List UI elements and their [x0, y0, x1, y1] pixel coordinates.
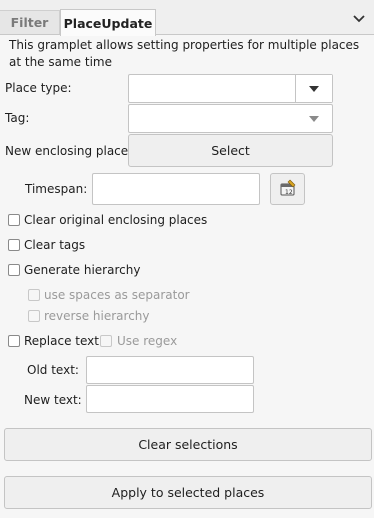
date-editor-button[interactable]: 12	[270, 173, 305, 205]
new-text-label: New text:	[24, 393, 82, 407]
generate-hierarchy-checkbox[interactable]	[8, 264, 20, 276]
tab-filter[interactable]: Filter	[0, 10, 60, 34]
reverse-hierarchy-label: reverse hierarchy	[44, 309, 150, 323]
new-text-input[interactable]	[86, 385, 254, 413]
calendar-edit-icon: 12	[279, 179, 297, 200]
clear-tags-label: Clear tags	[24, 238, 86, 252]
place-type-combo[interactable]	[128, 74, 333, 103]
old-text-label: Old text:	[27, 363, 79, 377]
tag-combo[interactable]	[128, 104, 333, 133]
clear-tags-checkbox[interactable]	[8, 239, 20, 251]
tab-placeupdate[interactable]: PlaceUpdate	[60, 9, 156, 36]
enclosing-label: New enclosing place	[5, 144, 129, 158]
timespan-label: Timespan:	[25, 182, 88, 196]
clear-selections-button[interactable]: Clear selections	[4, 428, 372, 461]
use-regex-label: Use regex	[117, 334, 178, 348]
chevron-down-icon[interactable]	[348, 10, 370, 28]
tag-value	[129, 105, 296, 132]
chevron-down-icon[interactable]	[295, 75, 332, 102]
reverse-hierarchy-checkbox[interactable]	[28, 310, 40, 322]
place-type-label: Place type:	[5, 81, 72, 95]
svg-text:12: 12	[285, 189, 293, 196]
timespan-input[interactable]	[92, 173, 260, 205]
description-text: This gramplet allows setting properties …	[9, 38, 360, 69]
use-spaces-label: use spaces as separator	[44, 288, 190, 302]
chevron-down-icon[interactable]	[296, 105, 332, 132]
use-regex-checkbox[interactable]	[100, 335, 112, 347]
old-text-input[interactable]	[86, 356, 254, 384]
generate-hierarchy-label: Generate hierarchy	[24, 263, 141, 277]
use-spaces-checkbox[interactable]	[28, 289, 40, 301]
select-enclosing-button[interactable]: Select	[128, 134, 333, 167]
tag-label: Tag:	[5, 111, 30, 125]
place-type-value	[129, 75, 295, 102]
clear-enclosing-label: Clear original enclosing places	[24, 213, 208, 227]
replace-text-checkbox[interactable]	[8, 335, 20, 347]
clear-enclosing-checkbox[interactable]	[8, 214, 20, 226]
replace-text-label: Replace text	[24, 334, 99, 348]
apply-button[interactable]: Apply to selected places	[4, 476, 372, 509]
